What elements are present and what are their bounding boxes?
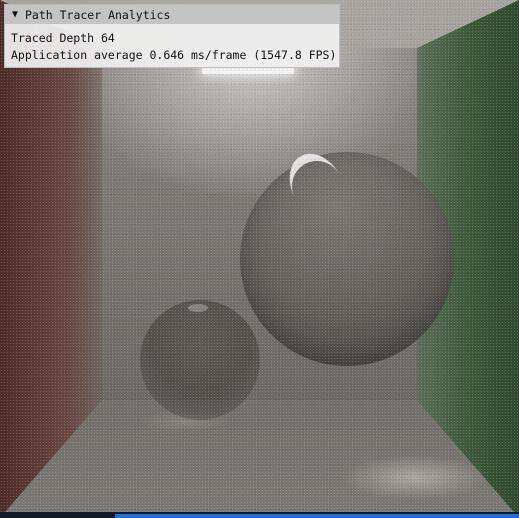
triangle-down-icon[interactable]: ▼ <box>7 9 23 20</box>
taskbar-accent <box>115 514 519 518</box>
window-title-bar[interactable]: ▼ Path Tracer Analytics <box>5 5 339 24</box>
traced-depth-text: Traced Depth 64 <box>11 31 115 45</box>
render-viewport: ▼ Path Tracer Analytics Traced Depth 64 … <box>0 0 519 518</box>
window-body: Traced Depth 64 Application average 0.64… <box>11 30 336 64</box>
window-title: Path Tracer Analytics <box>25 7 171 22</box>
analytics-window[interactable]: ▼ Path Tracer Analytics Traced Depth 64 … <box>4 4 340 68</box>
application-average-text: Application average 0.646 ms/frame (1547… <box>11 48 337 62</box>
render-noise <box>0 0 519 518</box>
